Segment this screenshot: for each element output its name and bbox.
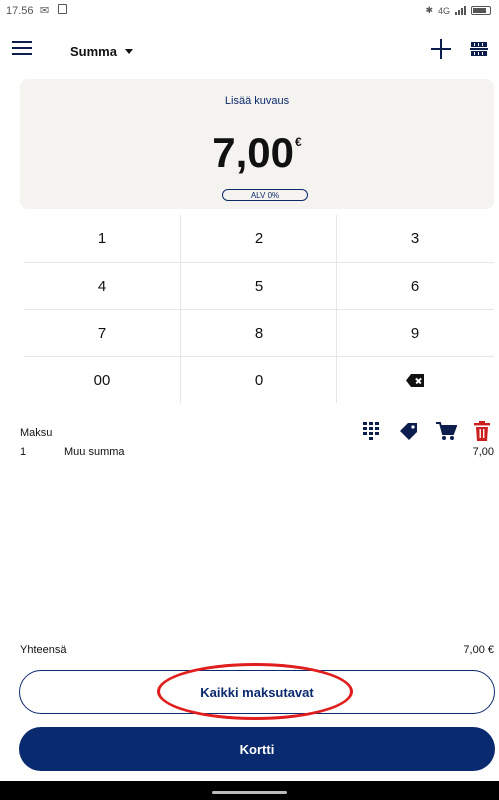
currency-symbol: € bbox=[295, 135, 302, 149]
chevron-down-icon bbox=[124, 49, 133, 54]
amount-value: 7,00 bbox=[212, 129, 295, 176]
highlight-annotation bbox=[157, 663, 353, 720]
key-1[interactable]: 1 bbox=[24, 215, 180, 262]
card-payment-button[interactable]: Kortti bbox=[19, 727, 495, 771]
add-description-link[interactable]: Lisää kuvaus bbox=[20, 95, 494, 107]
total-value: 7,00 € bbox=[463, 644, 494, 656]
backspace-icon bbox=[406, 374, 424, 387]
line-item-name: Muu summa bbox=[64, 446, 125, 458]
key-7[interactable]: 7 bbox=[24, 310, 180, 357]
key-6[interactable]: 6 bbox=[337, 263, 493, 310]
backspace-button[interactable] bbox=[337, 357, 493, 404]
key-00[interactable]: 00 bbox=[24, 357, 180, 404]
home-gesture-handle[interactable] bbox=[212, 791, 287, 794]
section-label: Maksu bbox=[20, 427, 53, 439]
mode-selector-label: Summa bbox=[70, 44, 117, 59]
key-9[interactable]: 9 bbox=[337, 310, 493, 357]
signal-icon bbox=[455, 6, 466, 15]
tag-icon[interactable] bbox=[398, 420, 420, 442]
cart-icon[interactable] bbox=[435, 420, 457, 442]
status-time: 17.56 bbox=[6, 5, 34, 17]
network-label: 4G bbox=[437, 5, 450, 16]
trash-icon[interactable] bbox=[471, 420, 493, 442]
key-2[interactable]: 2 bbox=[181, 215, 337, 262]
bluetooth-icon: ✱ bbox=[425, 5, 433, 15]
line-item[interactable]: 1 Muu summa 7,00 bbox=[20, 446, 494, 460]
navigation-bar bbox=[0, 781, 499, 800]
amount-card: Lisää kuvaus 7,00€ ALV 0% bbox=[20, 79, 494, 209]
mail-icon: ✉ bbox=[40, 5, 50, 17]
payment-toolbar bbox=[360, 420, 494, 442]
status-bar: 17.56 ✉ ✱ 4G bbox=[0, 0, 499, 24]
menu-icon[interactable] bbox=[12, 41, 32, 57]
vat-chip[interactable]: ALV 0% bbox=[222, 189, 308, 201]
battery-icon bbox=[471, 6, 491, 15]
line-item-price: 7,00 bbox=[472, 446, 494, 458]
line-item-quantity: 1 bbox=[20, 446, 27, 458]
keypad-icon[interactable] bbox=[360, 420, 382, 442]
notification-icon bbox=[58, 4, 67, 14]
key-8[interactable]: 8 bbox=[181, 310, 337, 357]
amount-display: 7,00€ bbox=[20, 129, 494, 177]
key-0[interactable]: 0 bbox=[181, 357, 337, 404]
numeric-keypad: 1 2 3 4 5 6 7 8 9 00 0 bbox=[24, 215, 494, 403]
total-label: Yhteensä bbox=[20, 644, 67, 656]
key-5[interactable]: 5 bbox=[181, 263, 337, 310]
total-row: Yhteensä 7,00 € bbox=[20, 644, 494, 658]
barcode-scanner-icon[interactable] bbox=[470, 40, 488, 58]
status-indicators: ✱ 4G bbox=[425, 5, 491, 16]
app-bar: Summa bbox=[0, 34, 499, 70]
plus-icon[interactable] bbox=[430, 38, 452, 60]
key-4[interactable]: 4 bbox=[24, 263, 180, 310]
mode-selector[interactable]: Summa bbox=[70, 44, 133, 59]
key-3[interactable]: 3 bbox=[337, 215, 493, 262]
